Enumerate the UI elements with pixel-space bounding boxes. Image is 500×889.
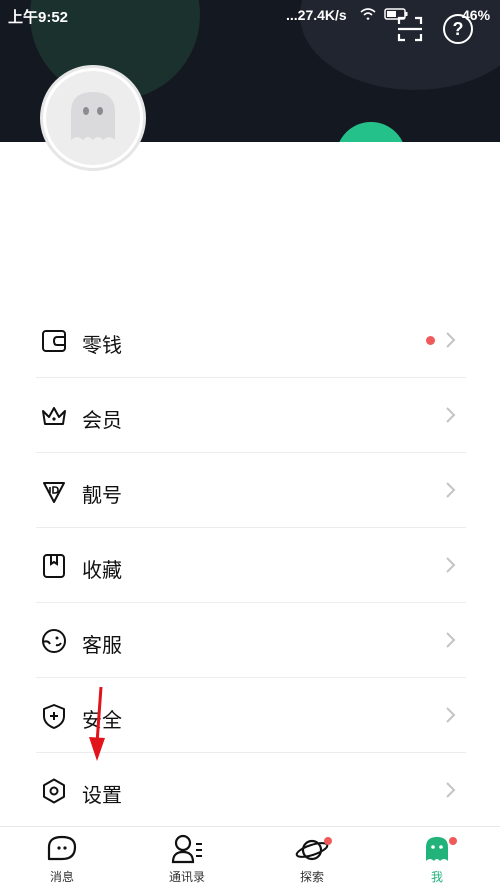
network-speed: ...27.4K/s [286, 7, 347, 23]
menu-item-label: 设置 [82, 785, 122, 807]
menu-item-label: 会员 [82, 410, 122, 432]
menu-item-label: 靓号 [82, 485, 122, 507]
status-bar: 上午9:52 ...27.4K/s 46% [0, 0, 500, 32]
annotation-arrow-icon [89, 686, 105, 761]
tab-label: 探索 [299, 870, 324, 884]
menu-item-membership[interactable]: 会员 [0, 378, 500, 453]
menu-item-customer-service[interactable]: 客服 [0, 603, 500, 678]
menu-item-favorites[interactable]: 收藏 [0, 528, 500, 603]
chevron-right-icon [446, 407, 456, 423]
bottom-tab-bar: 消息 通讯录 探索 我 [0, 826, 500, 889]
scan-icon [397, 16, 423, 42]
profile-menu: 零钱 会员 靓号 收藏 客服 安全 设置 [0, 303, 500, 828]
notification-dot [324, 837, 332, 845]
scan-button[interactable] [395, 14, 425, 44]
chevron-right-icon [446, 332, 456, 348]
header-decoration [336, 122, 406, 142]
tab-label: 通讯录 [168, 870, 205, 884]
notification-dot [426, 336, 435, 345]
customer-service-icon [42, 629, 66, 653]
bookmark-icon [43, 554, 65, 578]
tab-contacts[interactable]: 通讯录 [137, 827, 237, 889]
shield-icon [43, 704, 65, 729]
status-time: 上午9:52 [8, 9, 69, 26]
menu-item-wallet[interactable]: 零钱 [0, 303, 500, 378]
tab-label: 消息 [49, 870, 74, 884]
tab-me[interactable]: 我 [387, 827, 487, 889]
chevron-right-icon [446, 557, 456, 573]
notification-dot [449, 837, 457, 845]
crown-icon [42, 407, 66, 425]
chevron-right-icon [446, 482, 456, 498]
menu-item-label: 客服 [82, 635, 122, 657]
menu-item-vanity-number[interactable]: 靓号 [0, 453, 500, 528]
menu-item-label: 零钱 [82, 335, 122, 357]
tab-label: 我 [430, 870, 443, 884]
tab-explore[interactable]: 探索 [262, 827, 362, 889]
contacts-icon [171, 834, 202, 864]
help-button[interactable]: ? [443, 14, 473, 44]
chevron-right-icon [446, 632, 456, 648]
chat-bubble-icon [47, 835, 77, 861]
chevron-right-icon [446, 782, 456, 798]
hexagon-settings-icon [43, 778, 65, 804]
avatar[interactable] [40, 65, 146, 171]
wifi-icon [360, 8, 376, 20]
id-badge-icon [43, 482, 65, 503]
menu-item-label: 收藏 [82, 560, 122, 582]
chevron-right-icon [446, 707, 456, 723]
default-avatar-icon [46, 71, 140, 165]
tab-messages[interactable]: 消息 [12, 827, 112, 889]
menu-item-settings[interactable]: 设置 [0, 753, 500, 828]
menu-item-security[interactable]: 安全 [0, 678, 500, 753]
wallet-icon [42, 330, 66, 352]
